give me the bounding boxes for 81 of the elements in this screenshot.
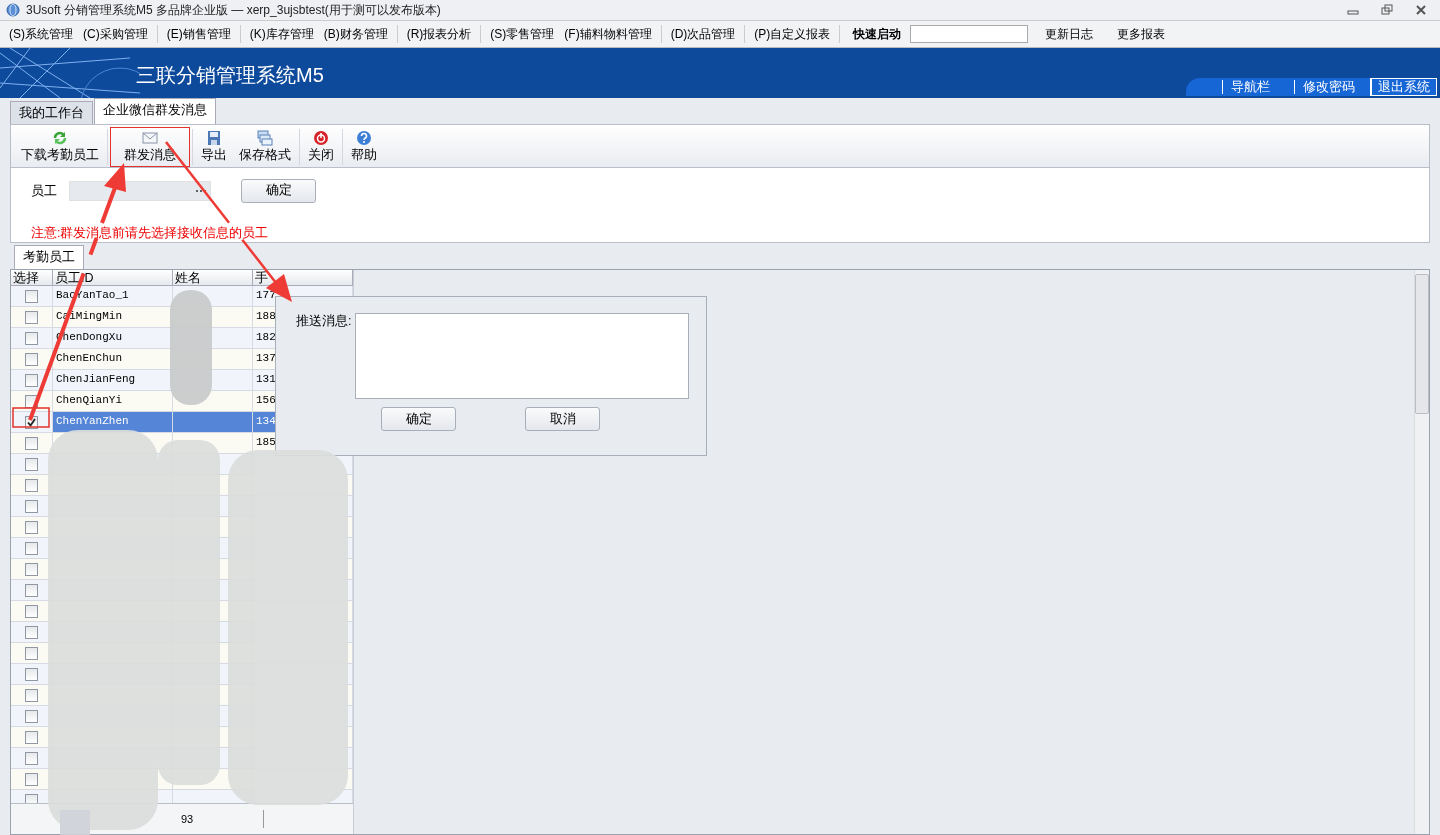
refresh-icon (52, 130, 68, 146)
toolbar-button[interactable]: 导出 (195, 127, 233, 167)
row-checkbox[interactable] (25, 583, 38, 597)
employee-label: 员工 (31, 181, 57, 200)
row-checkbox[interactable] (25, 457, 38, 471)
quick-launch-field[interactable] (910, 25, 1029, 43)
row-checkbox[interactable] (25, 352, 38, 366)
row-checkbox[interactable] (25, 772, 38, 786)
row-checkbox[interactable] (25, 541, 38, 555)
row-checkbox[interactable] (25, 331, 38, 345)
menu-item[interactable]: (F)辅料物料管理 (559, 22, 657, 46)
phone-cell: 131 (256, 373, 276, 385)
toolbar-button[interactable]: 关闭 (302, 127, 340, 167)
row-checkbox[interactable] (25, 730, 38, 744)
menu-item[interactable]: (E)销售管理 (161, 22, 236, 46)
toolbar-button[interactable]: 保存格式 (233, 127, 297, 167)
employee-field[interactable] (69, 180, 211, 201)
grid-tab[interactable]: 考勤员工 (14, 245, 84, 269)
tab[interactable]: 我的工作台 (10, 101, 93, 124)
row-checkbox[interactable] (25, 478, 38, 492)
phone-cell: 177 (256, 289, 276, 301)
row-checkbox[interactable] (25, 604, 38, 618)
message-field[interactable] (355, 313, 690, 399)
confirm-button[interactable]: 确定 (381, 407, 456, 431)
menu-item[interactable]: (S)零售管理 (485, 22, 560, 46)
row-checkbox[interactable] (25, 709, 38, 723)
window-title: 3Usoft 分销管理系统M5 多品牌企业版 — xerp_3ujsbtest(用于测可以发布版本) (26, 1, 441, 19)
row-checkbox[interactable] (25, 310, 38, 324)
toolbar-button[interactable]: 下载考勤员工 (15, 127, 105, 167)
quick-launch-label: 快速启动 (851, 25, 903, 43)
row-checkbox[interactable] (25, 289, 38, 303)
help-icon (356, 130, 372, 146)
row-checkbox[interactable] (25, 520, 38, 534)
phone-cell: 134 (256, 415, 276, 427)
menu-item[interactable]: (K)库存管理 (244, 22, 319, 46)
confirm-button[interactable]: 确定 (241, 178, 316, 203)
annotation-box (12, 407, 50, 428)
banner-link[interactable]: 修改密码 (1294, 80, 1363, 94)
employee-id-cell: ChenYanZhen (56, 415, 129, 427)
row-checkbox[interactable] (25, 625, 38, 639)
notice-text: 注意:群发消息前请先选择接收信息的员工 (31, 225, 270, 242)
row-checkbox[interactable] (25, 373, 38, 387)
tab[interactable]: 企业微信群发消息 (94, 98, 216, 124)
menu-item[interactable]: (B)财务管理 (318, 22, 393, 46)
row-checkbox[interactable] (25, 667, 38, 681)
employee-id-cell: ChenJianFeng (56, 373, 136, 385)
menu-item[interactable]: (P)自定义报表 (749, 22, 836, 46)
restore-icon[interactable] (1380, 3, 1394, 17)
phone-cell: 188 (256, 310, 276, 322)
row-checkbox[interactable] (25, 646, 38, 660)
row-checkbox[interactable] (25, 499, 38, 513)
employee-id-cell: ChenEnChun (56, 352, 122, 364)
scrollbar[interactable] (1414, 270, 1429, 834)
row-checkbox[interactable] (25, 688, 38, 702)
message-label: 推送消息: (296, 313, 352, 330)
cancel-button[interactable]: 取消 (525, 407, 600, 431)
menu-link[interactable]: 更多报表 (1112, 22, 1171, 46)
envelope-icon (142, 130, 158, 146)
employee-id-cell: ChenQianYi (56, 394, 122, 406)
banner-link[interactable]: 退出系统 (1371, 79, 1436, 95)
close-icon[interactable] (1414, 3, 1428, 17)
power-icon (313, 130, 329, 146)
row-count: 93 (181, 813, 194, 825)
phone-cell: 182 (256, 331, 276, 343)
row-checkbox[interactable] (25, 562, 38, 576)
phone-cell: 185 (256, 436, 276, 448)
menu-item[interactable]: (R)报表分析 (401, 22, 477, 46)
menu-link[interactable]: 更新日志 (1040, 22, 1099, 46)
toolbar-button[interactable]: 帮助 (345, 127, 383, 167)
menu-item[interactable]: (C)采购管理 (78, 22, 153, 46)
phone-cell: 156 (256, 394, 276, 406)
app-title: 三联分销管理系统M5 (136, 63, 324, 88)
phone-cell: 137 (256, 352, 276, 364)
banner-link[interactable]: 导航栏 (1222, 80, 1278, 94)
menu-item[interactable]: (S)系统管理 (4, 22, 78, 46)
row-checkbox[interactable] (25, 793, 38, 803)
stacked-windows-icon (257, 130, 273, 146)
row-checkbox[interactable] (25, 436, 38, 450)
globe-icon (6, 3, 20, 17)
row-checkbox[interactable] (25, 751, 38, 765)
menu-item[interactable]: (D)次品管理 (665, 22, 741, 46)
